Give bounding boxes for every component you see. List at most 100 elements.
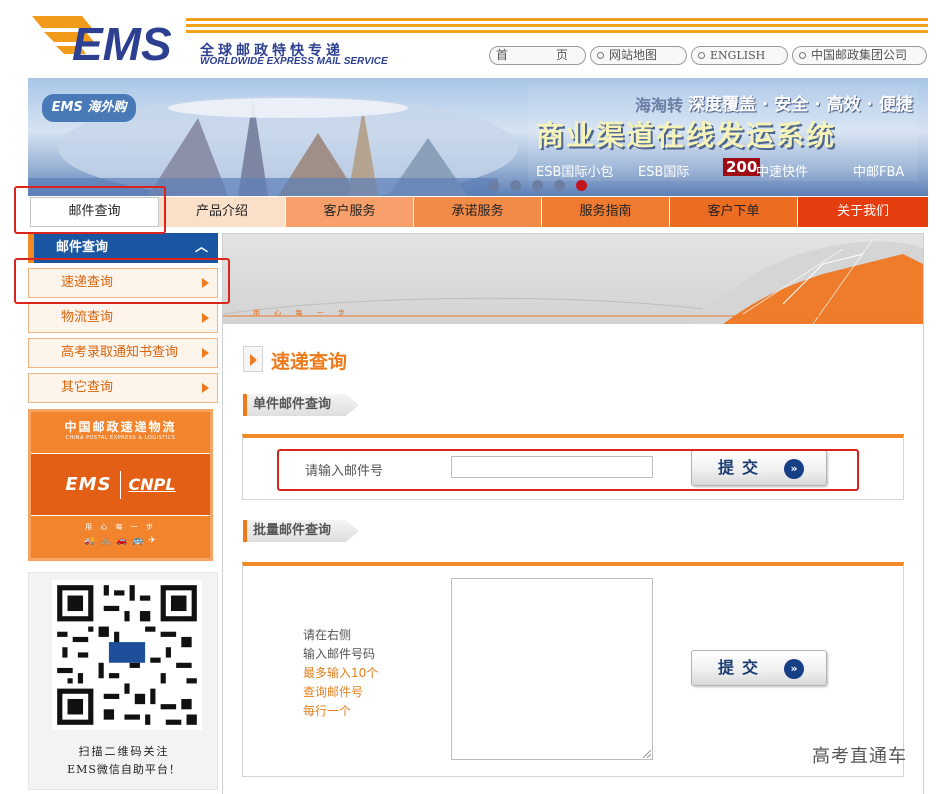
vehicles-icon: 🚚 🚲 🚗 🚌 ✈ xyxy=(84,536,157,546)
card-ems-logo: EMS xyxy=(65,474,112,495)
batch-query-box: 请在右侧 输入邮件号码 最多输入10个 查询邮件号 每行一个 提交 » xyxy=(242,562,904,777)
single-query-label: 单件邮件查询 xyxy=(247,394,359,416)
banner-dot[interactable] xyxy=(532,180,543,191)
card-cn-name: 中国邮政速递物流 xyxy=(64,420,177,434)
batch-hint-line: 最多输入10个 xyxy=(303,666,379,680)
slogan-en: WORLDWIDE EXPRESS MAIL SERVICE xyxy=(200,56,388,67)
home-link-right: 页 xyxy=(556,48,569,62)
content-banner: 用 心 每 一 步 xyxy=(223,234,923,324)
arrow-right-icon xyxy=(243,346,263,372)
sidebar-item-logistics-query[interactable]: 物流查询 xyxy=(28,303,218,333)
card-divider xyxy=(119,470,121,499)
card-logos: EMS CNPL xyxy=(31,454,210,516)
china-post-ems-card[interactable]: 中国邮政速递物流 CHINA POSTAL EXPRESS & LOGISTIC… xyxy=(28,409,213,561)
banner-tag1: ESB国际小包 xyxy=(536,165,614,180)
ems-logo[interactable]: EMS xyxy=(32,14,192,66)
tracking-number-input[interactable] xyxy=(451,456,653,478)
nav-guide[interactable]: 服务指南 xyxy=(542,197,670,227)
batch-hint-line: 查询邮件号 xyxy=(303,685,364,699)
sitemap-label: 网站地图 xyxy=(609,48,658,62)
section-accent xyxy=(243,394,247,416)
english-label: ENGLISH xyxy=(710,49,766,62)
svg-text:EMS: EMS xyxy=(72,18,172,66)
banner-tag2: ESB国际 xyxy=(638,165,690,180)
group-label: 中国邮政集团公司 xyxy=(811,48,908,62)
batch-hint-line: 每行一个 xyxy=(303,704,352,718)
triangle-right-icon xyxy=(202,278,209,288)
ems-overseas-logo: EMS 海外购 xyxy=(42,94,136,122)
qr-caption-2: EMS微信自助平台！ xyxy=(67,763,181,776)
nav-customer-service[interactable]: 客户服务 xyxy=(286,197,414,227)
single-query-box: 请输入邮件号 提交 » xyxy=(242,434,904,500)
banner-tag5: 中邮FBA xyxy=(853,165,905,180)
batch-hint-line: 请在右侧 xyxy=(303,628,352,642)
qr-code-icon xyxy=(52,580,202,730)
sidebar-header[interactable]: 邮件查询 ︿ xyxy=(28,233,218,263)
promo-banner[interactable]: EMS 海外购 海淘转 深度覆盖 · 安全 · 高效 · 便捷 商业渠道在线发运… xyxy=(28,78,928,196)
tracking-number-label: 请输入邮件号 xyxy=(305,464,384,479)
banner-tag4: 中速快件 xyxy=(756,165,809,180)
content-banner-motto: 用 心 每 一 步 xyxy=(253,309,351,317)
main-content: 用 心 每 一 步 速递查询 单件邮件查询 请输入邮件号 提交 » 批量邮件查询… xyxy=(222,233,924,794)
batch-tracking-textarea[interactable] xyxy=(451,578,653,760)
banner-dot[interactable] xyxy=(510,180,521,191)
banner-dot[interactable] xyxy=(554,180,565,191)
banner-tag3: 200 xyxy=(723,158,761,176)
home-link-left: 首 xyxy=(496,48,509,62)
batch-query-label: 批量邮件查询 xyxy=(247,520,359,542)
sidebar-item-label: 物流查询 xyxy=(61,310,114,325)
sidebar: 邮件查询 ︿ 速递查询 物流查询 高考录取通知书查询 其它查询 xyxy=(28,233,218,403)
radio-dot-icon xyxy=(698,52,705,59)
batch-hint-line: 输入邮件号码 xyxy=(303,647,376,661)
banner-headline: 商业渠道在线发运系统 xyxy=(536,119,837,152)
section-accent xyxy=(243,520,247,542)
batch-submit-button[interactable]: 提交 » xyxy=(691,650,827,686)
sidebar-item-express-query[interactable]: 速递查询 xyxy=(28,268,218,298)
triangle-right-icon xyxy=(202,348,209,358)
site-header: EMS 全球邮政特快专递 WORLDWIDE EXPRESS MAIL SERV… xyxy=(0,0,951,78)
double-chevron-right-icon: » xyxy=(784,659,804,679)
nav-about-us[interactable]: 关于我们 xyxy=(798,197,928,227)
sidebar-item-admission-letter-query[interactable]: 高考录取通知书查询 xyxy=(28,338,218,368)
banner-dot[interactable] xyxy=(488,180,499,191)
card-top: 中国邮政速递物流 CHINA POSTAL EXPRESS & LOGISTIC… xyxy=(31,412,210,454)
wechat-qr-box: 扫描二维码关注 EMS微信自助平台！ xyxy=(28,572,218,790)
sitemap-link[interactable]: 网站地图 xyxy=(590,46,687,65)
chevron-up-icon[interactable]: ︿ xyxy=(195,233,208,263)
watermark: 高考直通车 xyxy=(812,746,907,767)
radio-dot-icon xyxy=(799,52,806,59)
banner-line1: 海淘转 xyxy=(635,96,684,115)
home-link[interactable]: 首页 xyxy=(489,46,586,65)
header-stripes xyxy=(186,18,928,40)
sidebar-item-label: 高考录取通知书查询 xyxy=(61,345,179,360)
submit-label: 提交 xyxy=(718,458,767,477)
nav-mail-query[interactable]: 邮件查询 xyxy=(30,197,159,227)
submit-label: 提交 xyxy=(718,658,767,677)
banner-line2: 深度覆盖 · 安全 · 高效 · 便捷 xyxy=(688,95,913,115)
page-title: 速递查询 xyxy=(271,351,348,373)
radio-dot-icon xyxy=(597,52,604,59)
batch-hint: 请在右侧 输入邮件号码 最多输入10个 查询邮件号 每行一个 xyxy=(303,626,378,721)
nav-products[interactable]: 产品介绍 xyxy=(159,197,286,227)
ems-overseas-logo-text: EMS 海外购 xyxy=(51,100,127,115)
nav-commitment[interactable]: 承诺服务 xyxy=(414,197,542,227)
sidebar-item-label: 其它查询 xyxy=(61,380,114,395)
banner-pager xyxy=(488,180,598,195)
nav-place-order[interactable]: 客户下单 xyxy=(670,197,798,227)
sidebar-header-label: 邮件查询 xyxy=(56,240,109,255)
triangle-right-icon xyxy=(202,383,209,393)
card-cnpl-logo: CNPL xyxy=(128,475,176,494)
single-submit-button[interactable]: 提交 » xyxy=(691,450,827,486)
card-motto: 用 心 每 一 步 xyxy=(85,523,156,531)
qr-caption-1: 扫描二维码关注 xyxy=(78,745,170,758)
sidebar-item-other-query[interactable]: 其它查询 xyxy=(28,373,218,403)
main-nav: 邮件查询 产品介绍 客户服务 承诺服务 服务指南 客户下单 关于我们 xyxy=(28,197,928,227)
english-link[interactable]: ENGLISH xyxy=(691,46,788,65)
card-motto-area: 用 心 每 一 步 🚚 🚲 🚗 🚌 ✈ xyxy=(31,516,210,546)
sidebar-item-label: 速递查询 xyxy=(61,275,114,290)
card-en-name: CHINA POSTAL EXPRESS & LOGISTICS xyxy=(65,435,176,441)
triangle-right-icon xyxy=(202,313,209,323)
group-link[interactable]: 中国邮政集团公司 xyxy=(792,46,927,65)
resize-grip-icon[interactable] xyxy=(643,750,651,758)
banner-dot-active[interactable] xyxy=(576,180,587,191)
